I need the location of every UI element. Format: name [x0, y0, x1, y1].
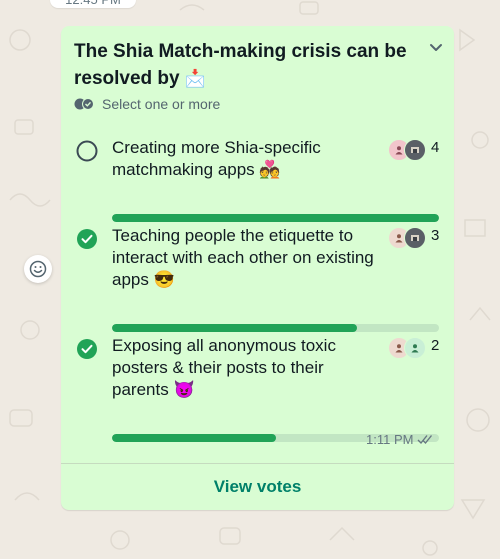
checkbox-checked-icon[interactable]: [76, 338, 98, 360]
vote-progress-fill: [112, 214, 439, 222]
vote-progress-bar: [112, 324, 439, 332]
poll-question-text: The Shia Match-making crisis can be reso…: [74, 41, 407, 89]
vote-progress-fill: [112, 324, 358, 332]
message-timestamp: 1:11 PM: [366, 432, 433, 447]
react-button[interactable]: [24, 255, 52, 283]
emoji-smile-icon: [29, 260, 47, 278]
double-tick-icon: [417, 435, 433, 445]
view-votes-button[interactable]: View votes: [61, 464, 454, 510]
sent-time: 1:11 PM: [366, 432, 414, 447]
voter-avatars[interactable]: [388, 227, 426, 249]
poll-question: The Shia Match-making crisis can be reso…: [74, 38, 414, 92]
vote-progress-bar: [112, 214, 439, 222]
vote-count: 2: [431, 337, 440, 354]
devil-emoji: 😈: [173, 380, 195, 399]
poll-message-bubble: The Shia Match-making crisis can be reso…: [61, 26, 454, 510]
poll-option-text: Exposing all anonymous toxic posters & t…: [112, 336, 336, 399]
photo-avatar-icon: [411, 235, 419, 241]
double-check-circle-icon: [74, 98, 94, 110]
radio-unchecked-icon[interactable]: [76, 140, 98, 162]
vote-progress-fill: [112, 434, 276, 442]
poll-option-label: Teaching people the etiquette to interac…: [112, 225, 377, 291]
photo-avatar-icon: [411, 147, 419, 153]
vote-count: 4: [431, 139, 440, 156]
sunglasses-emoji: 😎: [153, 270, 175, 289]
avatar: [404, 337, 426, 359]
voter-avatars[interactable]: [388, 139, 426, 161]
select-hint-text: Select one or more: [102, 96, 221, 112]
date-time-chip: 12:45 PM: [50, 0, 136, 8]
person-icon: [395, 344, 403, 353]
person-icon: [411, 344, 419, 353]
avatar: [404, 227, 426, 249]
envelope-emoji: 📩: [184, 69, 207, 88]
vote-count: 3: [431, 227, 440, 244]
poll-option-text: Teaching people the etiquette to interac…: [112, 226, 374, 289]
avatar: [404, 139, 426, 161]
poll-option-label: Creating more Shia-specific matchmaking …: [112, 137, 377, 181]
voter-avatars[interactable]: [388, 337, 426, 359]
poll-option-text: Creating more Shia-specific matchmaking …: [112, 138, 321, 179]
chevron-down-icon[interactable]: [428, 40, 444, 56]
couple-emoji: 💑: [259, 160, 281, 179]
select-hint-row: Select one or more: [74, 94, 220, 114]
poll-option-label: Exposing all anonymous toxic posters & t…: [112, 335, 377, 401]
checkbox-checked-icon[interactable]: [76, 228, 98, 250]
person-icon: [395, 234, 403, 243]
person-icon: [395, 146, 403, 155]
